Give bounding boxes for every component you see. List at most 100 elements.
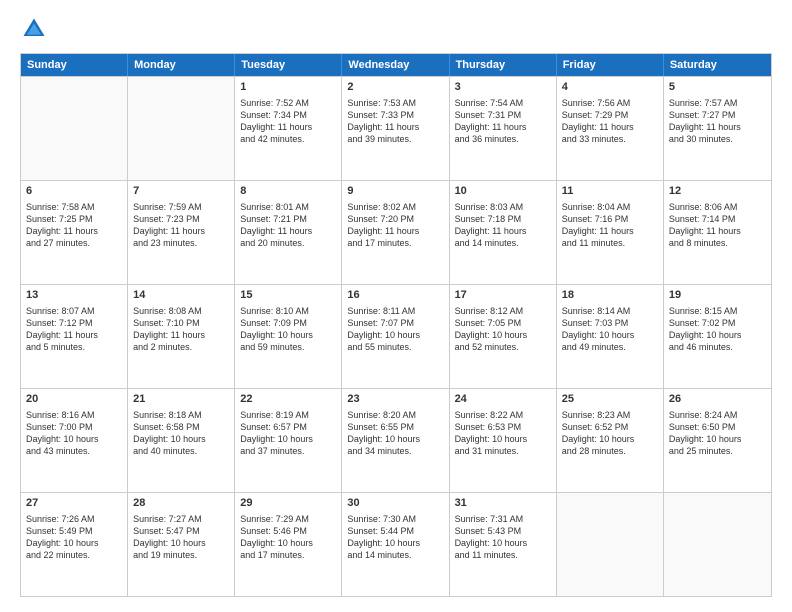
cell-line-0: Sunrise: 8:18 AM [133, 409, 229, 421]
day-number: 7 [133, 184, 229, 199]
cell-line-3: and 23 minutes. [133, 237, 229, 249]
empty-cell [664, 493, 771, 596]
day-number: 17 [455, 288, 551, 303]
cell-line-2: Daylight: 10 hours [26, 433, 122, 445]
day-cell-11: 11Sunrise: 8:04 AMSunset: 7:16 PMDayligh… [557, 181, 664, 284]
cell-line-2: Daylight: 11 hours [347, 225, 443, 237]
day-number: 24 [455, 392, 551, 407]
week-row-2: 6Sunrise: 7:58 AMSunset: 7:25 PMDaylight… [21, 180, 771, 284]
day-cell-27: 27Sunrise: 7:26 AMSunset: 5:49 PMDayligh… [21, 493, 128, 596]
logo-icon [20, 15, 48, 43]
day-header-monday: Monday [128, 54, 235, 76]
cell-line-3: and 30 minutes. [669, 133, 766, 145]
day-cell-15: 15Sunrise: 8:10 AMSunset: 7:09 PMDayligh… [235, 285, 342, 388]
cell-line-2: Daylight: 11 hours [562, 225, 658, 237]
cell-line-3: and 39 minutes. [347, 133, 443, 145]
cell-line-0: Sunrise: 8:01 AM [240, 201, 336, 213]
cell-line-0: Sunrise: 7:52 AM [240, 97, 336, 109]
week-row-3: 13Sunrise: 8:07 AMSunset: 7:12 PMDayligh… [21, 284, 771, 388]
cell-line-1: Sunset: 5:49 PM [26, 525, 122, 537]
cell-line-1: Sunset: 7:03 PM [562, 317, 658, 329]
week-row-1: 1Sunrise: 7:52 AMSunset: 7:34 PMDaylight… [21, 76, 771, 180]
day-cell-24: 24Sunrise: 8:22 AMSunset: 6:53 PMDayligh… [450, 389, 557, 492]
cell-line-0: Sunrise: 8:04 AM [562, 201, 658, 213]
cell-line-0: Sunrise: 7:54 AM [455, 97, 551, 109]
cell-line-0: Sunrise: 8:08 AM [133, 305, 229, 317]
cell-line-0: Sunrise: 7:31 AM [455, 513, 551, 525]
cell-line-2: Daylight: 10 hours [240, 537, 336, 549]
cell-line-2: Daylight: 10 hours [455, 537, 551, 549]
cell-line-3: and 33 minutes. [562, 133, 658, 145]
cell-line-0: Sunrise: 8:12 AM [455, 305, 551, 317]
cell-line-3: and 40 minutes. [133, 445, 229, 457]
cell-line-0: Sunrise: 7:56 AM [562, 97, 658, 109]
day-number: 27 [26, 496, 122, 511]
cell-line-1: Sunset: 7:10 PM [133, 317, 229, 329]
cell-line-2: Daylight: 10 hours [455, 433, 551, 445]
cell-line-3: and 20 minutes. [240, 237, 336, 249]
day-number: 11 [562, 184, 658, 199]
cell-line-1: Sunset: 7:14 PM [669, 213, 766, 225]
page: SundayMondayTuesdayWednesdayThursdayFrid… [0, 0, 792, 612]
day-cell-31: 31Sunrise: 7:31 AMSunset: 5:43 PMDayligh… [450, 493, 557, 596]
cell-line-3: and 19 minutes. [133, 549, 229, 561]
cell-line-3: and 25 minutes. [669, 445, 766, 457]
cell-line-1: Sunset: 7:31 PM [455, 109, 551, 121]
day-cell-9: 9Sunrise: 8:02 AMSunset: 7:20 PMDaylight… [342, 181, 449, 284]
cell-line-2: Daylight: 10 hours [562, 433, 658, 445]
cell-line-3: and 22 minutes. [26, 549, 122, 561]
cell-line-3: and 55 minutes. [347, 341, 443, 353]
cell-line-3: and 42 minutes. [240, 133, 336, 145]
day-header-saturday: Saturday [664, 54, 771, 76]
header [20, 15, 772, 43]
day-number: 13 [26, 288, 122, 303]
cell-line-2: Daylight: 11 hours [347, 121, 443, 133]
cell-line-3: and 17 minutes. [347, 237, 443, 249]
cell-line-2: Daylight: 11 hours [240, 121, 336, 133]
day-number: 18 [562, 288, 658, 303]
cell-line-1: Sunset: 7:34 PM [240, 109, 336, 121]
cell-line-0: Sunrise: 7:30 AM [347, 513, 443, 525]
cell-line-2: Daylight: 10 hours [562, 329, 658, 341]
logo [20, 15, 54, 43]
day-number: 20 [26, 392, 122, 407]
cell-line-1: Sunset: 7:05 PM [455, 317, 551, 329]
cell-line-1: Sunset: 7:09 PM [240, 317, 336, 329]
day-number: 22 [240, 392, 336, 407]
day-number: 19 [669, 288, 766, 303]
cell-line-0: Sunrise: 8:22 AM [455, 409, 551, 421]
day-number: 8 [240, 184, 336, 199]
cell-line-2: Daylight: 10 hours [26, 537, 122, 549]
cell-line-0: Sunrise: 7:57 AM [669, 97, 766, 109]
cell-line-3: and 8 minutes. [669, 237, 766, 249]
cell-line-1: Sunset: 5:43 PM [455, 525, 551, 537]
cell-line-1: Sunset: 7:21 PM [240, 213, 336, 225]
empty-cell [21, 77, 128, 180]
cell-line-0: Sunrise: 8:07 AM [26, 305, 122, 317]
empty-cell [128, 77, 235, 180]
cell-line-2: Daylight: 11 hours [240, 225, 336, 237]
cell-line-3: and 28 minutes. [562, 445, 658, 457]
day-cell-5: 5Sunrise: 7:57 AMSunset: 7:27 PMDaylight… [664, 77, 771, 180]
day-cell-22: 22Sunrise: 8:19 AMSunset: 6:57 PMDayligh… [235, 389, 342, 492]
day-number: 10 [455, 184, 551, 199]
cell-line-2: Daylight: 11 hours [669, 225, 766, 237]
cell-line-0: Sunrise: 7:58 AM [26, 201, 122, 213]
cell-line-2: Daylight: 11 hours [455, 121, 551, 133]
day-cell-1: 1Sunrise: 7:52 AMSunset: 7:34 PMDaylight… [235, 77, 342, 180]
cell-line-2: Daylight: 11 hours [26, 329, 122, 341]
day-cell-29: 29Sunrise: 7:29 AMSunset: 5:46 PMDayligh… [235, 493, 342, 596]
day-cell-26: 26Sunrise: 8:24 AMSunset: 6:50 PMDayligh… [664, 389, 771, 492]
cell-line-2: Daylight: 10 hours [133, 433, 229, 445]
day-cell-4: 4Sunrise: 7:56 AMSunset: 7:29 PMDaylight… [557, 77, 664, 180]
cell-line-2: Daylight: 11 hours [455, 225, 551, 237]
cell-line-0: Sunrise: 7:59 AM [133, 201, 229, 213]
day-cell-16: 16Sunrise: 8:11 AMSunset: 7:07 PMDayligh… [342, 285, 449, 388]
empty-cell [557, 493, 664, 596]
cell-line-2: Daylight: 10 hours [347, 433, 443, 445]
cell-line-2: Daylight: 11 hours [133, 329, 229, 341]
week-row-4: 20Sunrise: 8:16 AMSunset: 7:00 PMDayligh… [21, 388, 771, 492]
day-cell-10: 10Sunrise: 8:03 AMSunset: 7:18 PMDayligh… [450, 181, 557, 284]
day-number: 12 [669, 184, 766, 199]
cell-line-2: Daylight: 11 hours [562, 121, 658, 133]
